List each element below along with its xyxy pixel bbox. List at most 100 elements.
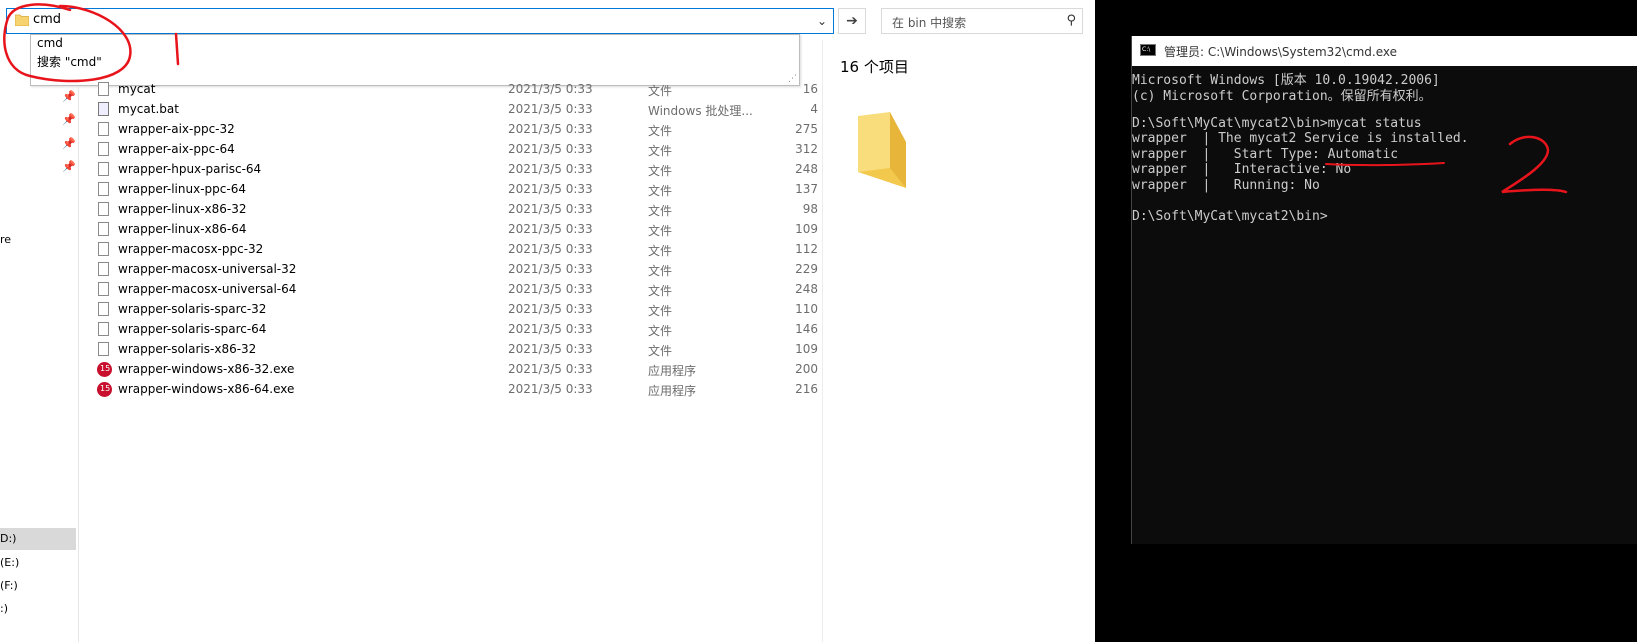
file-icon [98, 122, 109, 136]
cmd-window: C:\ 管理员: C:\Windows\System32\cmd.exe Mic… [1131, 36, 1637, 544]
address-input[interactable]: cmd [33, 12, 61, 27]
cmd-line: (c) Microsoft Corporation。保留所有权利。 [1132, 88, 1432, 104]
file-name: wrapper-solaris-sparc-64 [118, 322, 267, 336]
nav-drive-e[interactable]: (E:) [0, 552, 76, 574]
file-type: 文件 [648, 124, 673, 138]
file-row[interactable]: wrapper-windows-x86-32.exe 2021/3/5 0:33 应… [96, 360, 818, 380]
file-date: 2021/3/5 0:33 [508, 122, 593, 136]
file-row[interactable]: wrapper-linux-x86-32 2021/3/5 0:33 文件 98 [96, 200, 818, 220]
file-name: wrapper-aix-ppc-32 [118, 122, 235, 136]
file-icon [98, 322, 109, 336]
cmd-line: wrapper | Interactive: No [1132, 162, 1352, 177]
pin-icon: 📌 [62, 160, 76, 173]
file-row[interactable]: wrapper-macosx-universal-32 2021/3/5 0:33… [96, 260, 818, 280]
file-type: 文件 [648, 284, 673, 298]
file-size: 98 [802, 202, 818, 216]
search-icon[interactable]: ⚲ [1066, 13, 1076, 28]
suggestion-item-cmd[interactable]: cmd [37, 36, 63, 50]
cmd-output[interactable]: Microsoft Windows [版本 10.0.19042.2006] (c… [1132, 67, 1637, 544]
file-row[interactable]: mycat.bat 2021/3/5 0:33 Windows 批处理... 4 [96, 100, 818, 120]
bat-icon [98, 102, 109, 116]
item-count: 16 个项目 [840, 58, 909, 76]
file-row[interactable]: wrapper-aix-ppc-64 2021/3/5 0:33 文件 312 [96, 140, 818, 160]
file-size: 110 [795, 302, 818, 316]
address-bar[interactable]: cmd ⌄ [6, 8, 834, 34]
cmd-line: wrapper | The mycat2 Service is installe… [1132, 131, 1469, 146]
file-size: 275 [795, 122, 818, 136]
file-size: 216 [795, 382, 818, 396]
file-date: 2021/3/5 0:33 [508, 102, 593, 116]
file-row[interactable]: wrapper-linux-ppc-64 2021/3/5 0:33 文件 137 [96, 180, 818, 200]
file-type: 文件 [648, 184, 673, 198]
file-size: 109 [795, 222, 818, 236]
file-icon [98, 302, 109, 316]
pin-icon: 📌 [62, 137, 76, 150]
file-date: 2021/3/5 0:33 [508, 202, 593, 216]
file-date: 2021/3/5 0:33 [508, 182, 593, 196]
file-date: 2021/3/5 0:33 [508, 322, 593, 336]
file-date: 2021/3/5 0:33 [508, 222, 593, 236]
file-row[interactable]: wrapper-solaris-sparc-64 2021/3/5 0:33 文件 1… [96, 320, 818, 340]
nav-drive-d[interactable]: D:) [0, 528, 76, 550]
file-size: 109 [795, 342, 818, 356]
file-size: 4 [810, 102, 818, 116]
file-name: wrapper-windows-x86-32.exe [118, 362, 295, 376]
file-date: 2021/3/5 0:33 [508, 82, 593, 96]
file-type: Windows 批处理... [648, 104, 753, 118]
file-date: 2021/3/5 0:33 [508, 302, 593, 316]
search-box[interactable]: 在 bin 中搜索 ⚲ [881, 8, 1083, 34]
file-date: 2021/3/5 0:33 [508, 342, 593, 356]
file-row[interactable]: wrapper-solaris-sparc-32 2021/3/5 0:33 文件 1… [96, 300, 818, 320]
nav-pane-divider [78, 86, 79, 642]
file-size: 312 [795, 142, 818, 156]
file-type: 文件 [648, 324, 673, 338]
file-type: 文件 [648, 144, 673, 158]
cmd-icon: C:\ [1140, 44, 1156, 56]
file-type: 文件 [648, 244, 673, 258]
file-row[interactable]: wrapper-solaris-x86-32 2021/3/5 0:33 文件 109 [96, 340, 818, 360]
suggestion-item-search[interactable]: 搜索 "cmd" [37, 53, 102, 70]
file-icon [98, 262, 109, 276]
file-name: wrapper-macosx-universal-64 [118, 282, 297, 296]
file-row[interactable]: wrapper-macosx-universal-64 2021/3/5 0:33… [96, 280, 818, 300]
pin-icon: 📌 [62, 113, 76, 126]
file-icon [98, 142, 109, 156]
file-date: 2021/3/5 0:33 [508, 382, 593, 396]
address-suggestions: cmd 搜索 "cmd" ⋰ [30, 34, 800, 86]
nav-item-label[interactable]: re [0, 233, 11, 246]
cmd-title-bar[interactable]: C:\ 管理员: C:\Windows\System32\cmd.exe [1132, 36, 1637, 66]
file-size: 137 [795, 182, 818, 196]
file-name: wrapper-macosx-universal-32 [118, 262, 297, 276]
file-name: wrapper-aix-ppc-64 [118, 142, 235, 156]
file-date: 2021/3/5 0:33 [508, 242, 593, 256]
file-name: wrapper-solaris-sparc-32 [118, 302, 267, 316]
cmd-line: wrapper | Running: No [1132, 177, 1320, 193]
file-row[interactable]: wrapper-macosx-ppc-32 2021/3/5 0:33 文件 112 [96, 240, 818, 260]
nav-drive-f[interactable]: (F:) [0, 575, 76, 597]
cmd-line: D:\Soft\MyCat\mycat2\bin> [1132, 208, 1328, 224]
chevron-down-icon[interactable]: ⌄ [817, 14, 827, 28]
file-date: 2021/3/5 0:33 [508, 362, 593, 376]
file-name: wrapper-linux-x86-32 [118, 202, 247, 216]
file-name: wrapper-linux-ppc-64 [118, 182, 246, 196]
file-row[interactable]: wrapper-linux-x86-64 2021/3/5 0:33 文件 109 [96, 220, 818, 240]
file-name: wrapper-solaris-x86-32 [118, 342, 257, 356]
file-size: 112 [795, 242, 818, 256]
file-icon [98, 222, 109, 236]
file-type: 文件 [648, 164, 673, 178]
file-icon [98, 162, 109, 176]
cmd-line: D:\Soft\MyCat\mycat2\bin>mycat status [1132, 115, 1422, 131]
preview-pane-divider [822, 40, 823, 642]
file-name: wrapper-hpux-parisc-64 [118, 162, 262, 176]
file-row[interactable]: wrapper-aix-ppc-32 2021/3/5 0:33 文件 275 [96, 120, 818, 140]
cmd-line: wrapper | Start Type: Automatic [1132, 146, 1399, 162]
go-arrow-button[interactable]: ➔ [838, 8, 866, 34]
nav-drive-other[interactable]: :) [0, 598, 76, 620]
file-row[interactable]: mycat 2021/3/5 0:33 文件 16 [96, 80, 818, 100]
file-date: 2021/3/5 0:33 [508, 162, 593, 176]
file-row[interactable]: wrapper-hpux-parisc-64 2021/3/5 0:33 文件 248 [96, 160, 818, 180]
file-name: mycat.bat [118, 102, 179, 116]
file-row[interactable]: wrapper-windows-x86-64.exe 2021/3/5 0:33 应… [96, 380, 818, 400]
file-icon [98, 242, 109, 256]
folder-preview-icon [858, 112, 906, 188]
